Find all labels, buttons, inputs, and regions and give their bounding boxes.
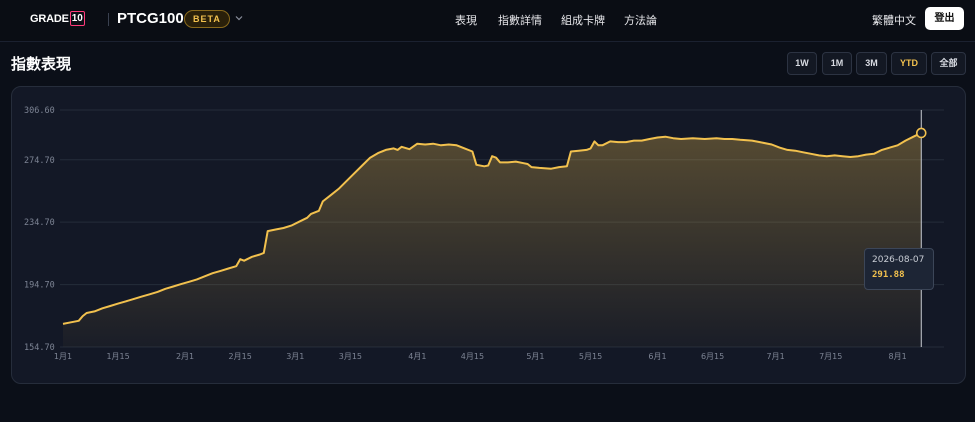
- x-tick-label: 5月1: [526, 352, 544, 361]
- x-tick-label: 6月15: [701, 352, 724, 361]
- highlight-point: [915, 127, 927, 139]
- y-tick-label: 306.60: [24, 106, 55, 116]
- x-tick-label: 2月15: [229, 352, 252, 361]
- index-chart[interactable]: 306.60 274.70 234.70 194.70 154.70 1月1 1月15 2月…: [0, 0, 975, 422]
- x-tick-label: 3月15: [339, 352, 362, 361]
- x-tick-label: 8月1: [889, 352, 907, 361]
- x-tick-label: 4月1: [408, 352, 426, 361]
- chart-tooltip: 2026-08-07 291.88: [864, 248, 934, 290]
- x-tick-label: 3月1: [286, 352, 304, 361]
- y-tick-label: 274.70: [24, 156, 55, 166]
- x-tick-label: 7月1: [767, 352, 785, 361]
- x-tick-label: 4月15: [461, 352, 484, 361]
- y-tick-label: 234.70: [24, 218, 55, 228]
- y-tick-label: 154.70: [24, 343, 55, 353]
- x-tick-label: 5月15: [579, 352, 602, 361]
- x-tick-label: 2月1: [176, 352, 194, 361]
- x-tick-label: 1月1: [54, 352, 72, 361]
- x-tick-label: 7月15: [819, 352, 842, 361]
- x-tick-label: 1月15: [106, 352, 129, 361]
- tooltip-date: 2026-08-07: [872, 255, 925, 265]
- series-area: [63, 132, 922, 347]
- y-tick-label: 194.70: [24, 281, 55, 291]
- tooltip-value: 291.88: [872, 270, 905, 280]
- x-tick-label: 6月1: [648, 352, 666, 361]
